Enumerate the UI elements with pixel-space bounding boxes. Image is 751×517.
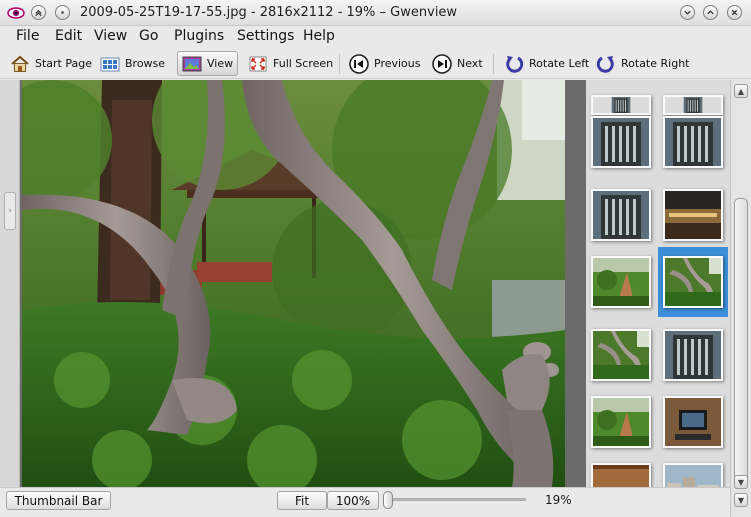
browse-grid-icon [100,57,120,71]
thumbnail-item[interactable] [658,107,728,177]
garden-thumbnail [591,396,651,448]
thumbnail-item[interactable] [586,107,656,177]
gwenview-eye-icon[interactable] [7,6,25,20]
rotate-left-icon [506,55,524,73]
window-title: 2009-05-25T19-17-55.jpg - 2816x2112 - 19… [80,5,458,20]
previous-label: Previous [374,57,421,70]
menu-go[interactable]: Go [139,28,158,44]
main-photo[interactable] [22,80,565,487]
thumbnail-item[interactable] [658,247,728,317]
view-button[interactable]: View [177,51,239,76]
rotate-right-label: Rotate Right [621,57,690,70]
view-image-icon [182,56,202,71]
thumbnail-bar [586,80,730,487]
restaurant-thumbnail [663,189,723,241]
menu-bar: File Edit View Go Plugins Settings Help [0,26,751,48]
minimize-icon[interactable] [680,5,695,20]
scrollbar-handle[interactable] [734,198,748,488]
menu-settings[interactable]: Settings [237,28,294,44]
main-toolbar: Start Page Browse View Full Screen Previ [0,48,751,79]
thumbnail-item[interactable] [658,180,728,250]
home-icon [11,55,29,72]
city-thumbnail [663,463,723,487]
thumbnail-bar-button[interactable]: Thumbnail Bar [6,491,111,510]
menu-edit[interactable]: Edit [55,28,82,44]
title-bar: 2009-05-25T19-17-55.jpg - 2816x2112 - 19… [0,0,751,26]
menu-help[interactable]: Help [303,28,335,44]
rotate-left-label: Rotate Left [529,57,590,70]
building-thumbnail [591,116,651,168]
rotate-right-icon [596,55,614,73]
tree-thumbnail [591,329,651,381]
thumbnail-item[interactable] [586,387,656,457]
sidebar-collapsed: › [0,80,20,487]
full-screen-button[interactable]: Full Screen [244,51,337,76]
garden-thumbnail [591,256,651,308]
toolbar-separator [493,54,494,74]
thumbnail-item[interactable] [586,180,656,250]
rotate-left-button[interactable]: Rotate Left [500,51,593,76]
zoom-slider-handle[interactable] [383,491,393,509]
zoom-slider[interactable] [388,498,526,501]
menu-file[interactable]: File [16,28,39,44]
next-label: Next [457,57,483,70]
zoom-value: 19% [545,493,572,507]
browse-label: Browse [125,57,166,70]
thumbnail-item[interactable] [658,454,728,487]
wall-thumbnail [591,463,651,487]
scroll-down-icon[interactable]: ▼ [734,493,748,507]
thumbnail-item[interactable] [658,320,728,390]
scroll-up-icon[interactable]: ▲ [734,84,748,98]
thumbnail-item[interactable] [586,454,656,487]
start-page-label: Start Page [35,57,92,70]
thumbnail-item[interactable] [586,320,656,390]
thumbnail-item[interactable] [586,247,656,317]
full-screen-icon [249,56,267,71]
next-icon [432,53,452,74]
view-label: View [207,57,234,70]
zoom-100-button[interactable]: 100% [327,491,379,510]
building-thumbnail [663,329,723,381]
start-page-button[interactable]: Start Page [6,51,96,76]
menu-view[interactable]: View [94,28,127,44]
thumbnail-scrollbar[interactable]: ▲ ▼ ▼ [730,80,751,517]
menu-plugins[interactable]: Plugins [174,28,224,44]
full-screen-label: Full Screen [273,57,334,70]
browse-button[interactable]: Browse [96,51,169,76]
sidebar-toggle-icon[interactable]: › [4,192,16,230]
sticky-icon[interactable] [55,5,70,20]
thumbnail-item[interactable] [658,387,728,457]
keep-above-icon[interactable] [31,5,46,20]
previous-button[interactable]: Previous [345,51,425,76]
next-button[interactable]: Next [428,51,487,76]
building-thumbnail [591,189,651,241]
maximize-icon[interactable] [703,5,718,20]
tree-thumbnail [663,256,723,308]
status-bar: Thumbnail Bar Fit 100% 19% [0,487,730,517]
building-thumbnail [663,116,723,168]
screen-thumbnail [663,396,723,448]
fit-button[interactable]: Fit [277,491,327,510]
close-icon[interactable] [727,5,742,20]
scroll-down-icon[interactable]: ▼ [734,475,748,489]
rotate-right-button[interactable]: Rotate Right [592,51,693,76]
previous-icon [349,53,369,74]
toolbar-separator [339,54,340,74]
